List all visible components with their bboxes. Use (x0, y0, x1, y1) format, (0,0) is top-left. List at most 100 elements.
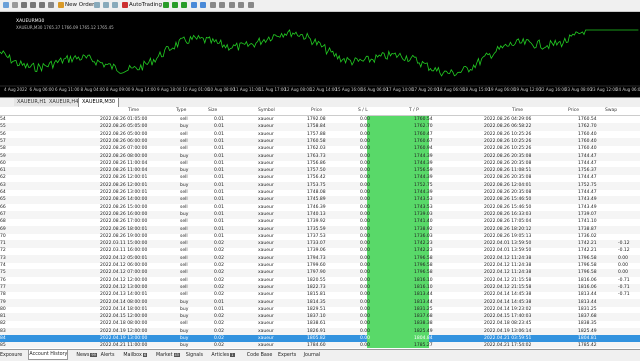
terminal-tab-label: Experts (278, 353, 297, 358)
x-tick-label: 12 Aug 08:00 (284, 87, 312, 92)
autotrading-button[interactable]: AutoTrading (122, 0, 162, 10)
x-tick-label: 23 Aug 12:00 (590, 87, 618, 92)
cell-symbol: xaueur (258, 343, 274, 348)
terminal-tab[interactable]: Alerts (101, 351, 115, 360)
terminal-tab[interactable]: Mailbox 6 (123, 351, 148, 360)
x-tick-label: 12 Aug 14:00 (310, 87, 337, 92)
col-size[interactable]: Size (208, 107, 217, 115)
account-history-table: Time Type Size Symbol Price S / L T / P … (0, 107, 640, 348)
x-tick-label: 17 Aug 14:00 (386, 87, 414, 92)
col-time[interactable]: Time (128, 107, 139, 115)
table-row[interactable]: 85 2022.04.21 11:00:00 buy 0.02 xaueur 1784.6… (0, 342, 640, 348)
price-chart[interactable]: XAUEURM30 XAUEUR,M30 1765.37 1766.09 176… (0, 12, 640, 98)
tab-xaueur-h4[interactable]: XAUEUR,H4 (46, 98, 83, 106)
x-tick-label: 23 Aug 08:00 (565, 87, 592, 92)
channel-icon[interactable] (48, 2, 54, 8)
x-tick-label: 6 Aug 11:00 (55, 87, 80, 92)
terminal-tab[interactable]: Market 45 (156, 351, 180, 360)
tab-xaueur-h1[interactable]: XAUEUR,H1 (14, 98, 51, 106)
candlestick-icon[interactable] (172, 2, 178, 8)
terminal-tab-badge: 1 (230, 352, 235, 357)
x-tick-label: 10 Aug 08:00 (208, 87, 235, 92)
bar-chart-icon[interactable] (163, 2, 169, 8)
x-tick-label: 11 Aug 11:00 (233, 87, 261, 92)
col-swap[interactable]: Swap (605, 107, 617, 115)
crosshair-icon[interactable] (12, 2, 18, 8)
x-tick-label: 4 Aug 2022 (4, 87, 28, 92)
col-price[interactable]: Price (311, 107, 322, 115)
x-tick-label: 16 Aug 06:00 (361, 87, 388, 92)
tile-windows-icon[interactable] (112, 2, 118, 8)
x-tick-label: 18 Aug 15:00 (463, 87, 490, 92)
x-tick-label: 11 Aug 17:00 (259, 87, 286, 92)
x-tick-label: 19 Aug 12:00 (514, 87, 541, 92)
terminal-tab-badge: 99 (90, 352, 97, 357)
chart-symbol-title: XAUEURM30 (16, 19, 45, 24)
terminal-tab-badge: 45 (173, 352, 180, 357)
terminal-tab-label: Articles (211, 353, 230, 358)
x-tick-label: 8 Aug 09:00 (106, 87, 131, 92)
indicators-icon[interactable] (229, 2, 235, 8)
vertical-line-icon[interactable] (21, 2, 27, 8)
cell-cprice: 1785.42 (578, 343, 597, 348)
terminal-tab[interactable]: Experts (278, 351, 296, 360)
x-tick-label: 9 Aug 14:00 (131, 87, 156, 92)
terminal-tab[interactable]: Exposure (0, 351, 22, 360)
cell-sl: 0.00 (360, 343, 371, 348)
autotrading-icon (122, 1, 128, 8)
line-chart-icon[interactable] (181, 2, 187, 8)
terminal-tab[interactable]: Signals (186, 351, 203, 360)
table-header: Time Type Size Symbol Price S / L T / P … (0, 107, 640, 116)
zoom-in-icon[interactable] (94, 2, 100, 8)
col-tp[interactable]: T / P (409, 107, 419, 115)
zoom-out-icon[interactable] (103, 2, 109, 8)
trendline-icon[interactable] (39, 2, 45, 8)
chart-shift-icon[interactable] (219, 2, 225, 8)
col-symbol[interactable]: Symbol (258, 107, 275, 115)
cell-time: 2022.04.21 11:00:00 (100, 343, 148, 348)
x-tick-label: 22 Aug 16:00 (539, 87, 567, 92)
x-tick-label: 17 Aug 20:00 (412, 87, 439, 92)
x-tick-label: 19 Aug 06:00 (488, 87, 516, 92)
terminal-tab[interactable]: Account History (28, 350, 69, 360)
col-close-time[interactable]: Time (512, 107, 523, 115)
cursor-icon[interactable] (3, 2, 9, 8)
cell-ctime: 2022.04.21 17:54:02 (484, 343, 532, 348)
chart-zoom-in-icon[interactable] (191, 2, 197, 8)
templates-icon[interactable] (248, 2, 254, 8)
main-toolbar: New Order AutoTrading (0, 0, 640, 12)
col-sl[interactable]: S / L (358, 107, 368, 115)
terminal-tab-label: Account History (29, 352, 68, 357)
price-series-line (0, 29, 639, 77)
terminal-tab[interactable]: Journal (304, 351, 321, 360)
x-tick-label: 10 Aug 01:00 (182, 87, 210, 92)
new-order-button[interactable]: New Order (58, 0, 94, 10)
chart-zoom-out-icon[interactable] (200, 2, 206, 8)
cell-type: buy (180, 343, 189, 348)
terminal-tab-badge: 6 (142, 352, 148, 357)
terminal-tab[interactable]: Articles 1 (211, 351, 235, 360)
x-tick-label: 15 Aug 16:00 (335, 87, 363, 92)
terminal-tab[interactable]: Code Base (247, 351, 273, 360)
cell-price: 1784.60 (307, 343, 326, 348)
x-tick-label: 6 Aug 06:00 (29, 87, 54, 92)
x-tick-label: 9 Aug 18:00 (157, 87, 182, 92)
col-close-price[interactable]: Price (568, 107, 579, 115)
terminal-tab-label: News (76, 353, 90, 358)
cell-size: 0.02 (214, 343, 225, 348)
col-type[interactable]: Type (176, 107, 186, 115)
terminal-tab[interactable]: News 99 (76, 351, 97, 360)
terminal-tab-label: Journal (303, 353, 321, 358)
terminal-tab-label: Exposure (0, 353, 23, 358)
x-tick-label: 8 Aug 04:00 (80, 87, 105, 92)
period-icon[interactable] (238, 2, 244, 8)
terminal-tab-label: Signals (185, 353, 204, 358)
terminal-tabs: Exposure Account History News 99 Alerts Mailb… (0, 349, 640, 361)
new-order-icon (58, 1, 64, 8)
autoscroll-icon[interactable] (210, 2, 216, 8)
terminal-tab-label: Alerts (100, 353, 115, 358)
terminal-tab-label: Code Base (246, 353, 273, 358)
terminal-tab-label: Mailbox (123, 353, 142, 358)
horizontal-line-icon[interactable] (30, 2, 36, 8)
cell-tp: 1785.27 (414, 343, 433, 348)
